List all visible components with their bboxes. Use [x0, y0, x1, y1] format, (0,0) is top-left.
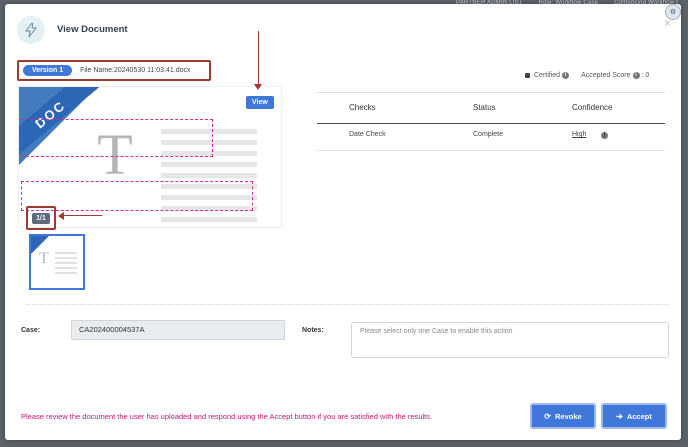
column-header: Checks	[349, 103, 376, 112]
settings-badge-icon[interactable]: ⚙	[665, 4, 681, 20]
accepted-score-value: : 0	[641, 72, 650, 79]
confidence-link[interactable]: High	[572, 131, 586, 138]
accepted-score-label: Accepted Score	[581, 72, 631, 79]
table-header: Checks Status Confidence	[317, 92, 665, 124]
arrow-right-circle-icon: ➔	[616, 411, 623, 421]
case-label: Case:	[21, 327, 41, 334]
refresh-icon: ⟳	[544, 411, 551, 421]
notes-field[interactable]: Please select only one Case to enable th…	[351, 322, 669, 358]
certified-label: Certified	[534, 72, 561, 79]
annotation-box	[21, 119, 213, 157]
column-header: Confidence	[572, 103, 613, 112]
lock-icon	[525, 73, 530, 78]
info-icon[interactable]: i	[632, 72, 640, 79]
revoke-label: Revoke	[555, 411, 582, 421]
info-icon[interactable]: i	[562, 72, 570, 79]
notes-label: Notes:	[302, 327, 324, 334]
revoke-button[interactable]: ⟳ Revoke	[530, 403, 596, 429]
info-icon[interactable]: i	[601, 132, 608, 139]
lightning-icon	[17, 16, 45, 44]
annotation-arrow	[64, 215, 102, 216]
version-pill[interactable]: Version 1	[23, 65, 73, 76]
page-thumbnail[interactable]: T	[29, 234, 85, 290]
thumb-glyph: T	[39, 250, 49, 267]
check-name: Date Check	[349, 131, 386, 138]
page-indicator: 1/1	[26, 206, 56, 230]
page-count: 1/1	[32, 212, 50, 224]
file-name: File Name:20240530 11:03:41.docx	[80, 67, 191, 74]
checks-table: Checks Status Confidence Date Check Comp…	[317, 92, 665, 151]
table-row: Date Check Complete High i	[317, 124, 665, 151]
modal-title: View Document	[57, 24, 128, 35]
case-field[interactable]: CA202400004537A	[71, 320, 285, 340]
annotation-arrow-head	[58, 212, 64, 220]
annotation-arrow	[258, 31, 259, 86]
certification-row: Certified i Accepted Score i : 0	[525, 72, 649, 79]
version-row: Version 1 File Name:20240530 11:03:41.do…	[17, 60, 211, 81]
annotation-arrow-head	[254, 84, 262, 90]
section-divider	[27, 304, 669, 305]
document-preview: DOC T	[18, 86, 282, 228]
footer-message: Please review the document the user has …	[21, 412, 433, 421]
view-document-modal: View Document × ⚙ Version 1 File Name:20…	[5, 4, 681, 440]
check-status: Complete	[473, 131, 503, 138]
accept-label: Accept	[626, 411, 652, 421]
column-header: Status	[473, 103, 496, 112]
view-button[interactable]: View	[246, 96, 274, 109]
accept-button[interactable]: ➔ Accept	[601, 403, 667, 429]
